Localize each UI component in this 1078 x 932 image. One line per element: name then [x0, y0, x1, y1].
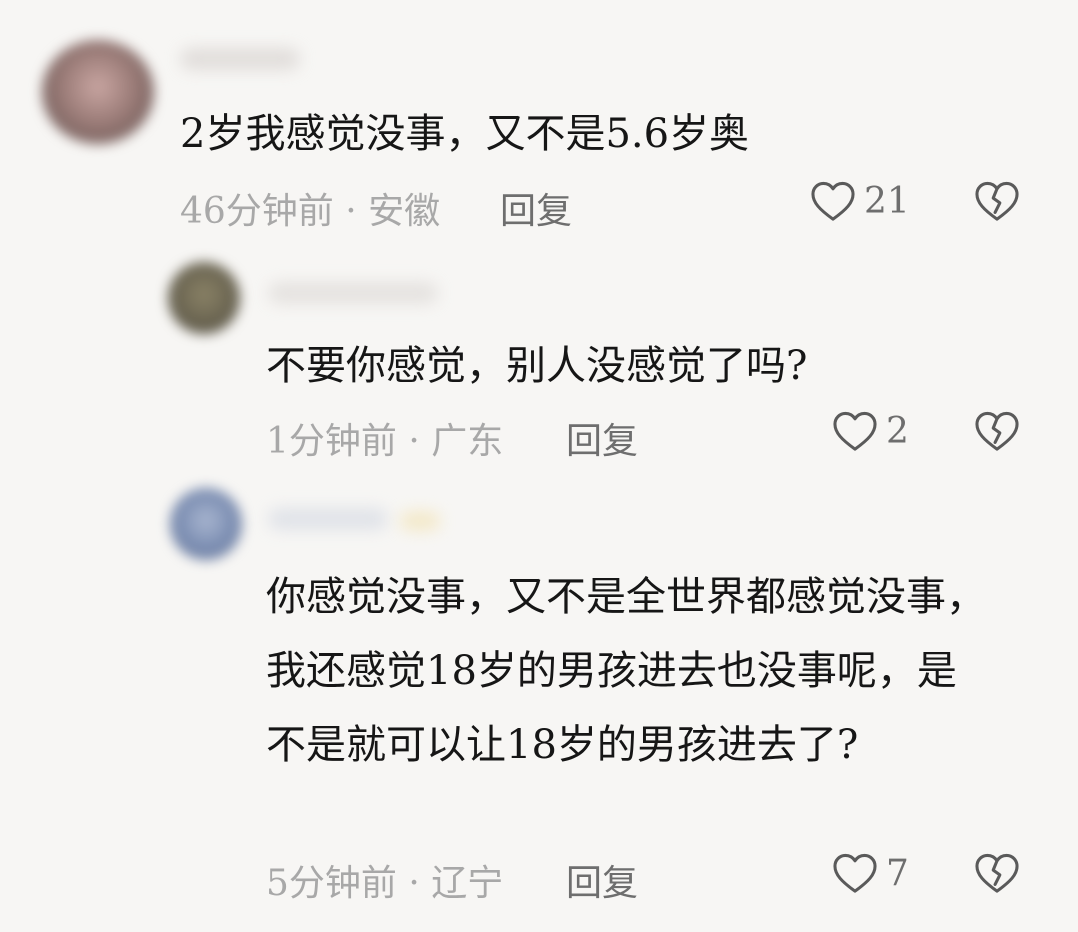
- reply-button[interactable]: 回复: [566, 412, 638, 464]
- heart-outline-icon: [833, 853, 877, 893]
- comment-meta: 5分钟前 · 辽宁: [266, 863, 504, 904]
- broken-heart-icon[interactable]: [974, 410, 1020, 452]
- broken-heart-icon[interactable]: [974, 852, 1020, 894]
- reply-button[interactable]: 回复: [566, 854, 638, 906]
- avatar[interactable]: [42, 40, 154, 144]
- username-blurred[interactable]: [180, 48, 300, 70]
- like-button[interactable]: 21: [810, 180, 910, 222]
- reply-button[interactable]: 回复: [500, 182, 572, 234]
- avatar[interactable]: [170, 488, 242, 560]
- badge-blurred: [400, 512, 440, 530]
- comment-text: 不要你感觉，别人没感觉了吗?: [266, 343, 808, 389]
- broken-heart-icon[interactable]: [974, 180, 1020, 222]
- like-button[interactable]: 7: [832, 852, 909, 894]
- like-count: 21: [864, 180, 910, 222]
- avatar[interactable]: [168, 262, 240, 334]
- like-count: 7: [886, 852, 909, 894]
- comment-text: 2岁我感觉没事，又不是5.6岁奥: [180, 111, 750, 157]
- username-blurred[interactable]: [268, 508, 388, 530]
- comment-text: 你感觉没事，又不是全世界都感觉没事，我还感觉18岁的男孩进去也没事呢，是不是就可…: [266, 574, 986, 768]
- username-blurred[interactable]: [268, 282, 438, 304]
- like-count: 2: [886, 410, 909, 452]
- heart-outline-icon: [833, 411, 877, 451]
- comment-meta: 1分钟前 · 广东: [266, 421, 504, 462]
- comment-meta: 46分钟前 · 安徽: [180, 191, 441, 232]
- heart-outline-icon: [811, 181, 855, 221]
- like-button[interactable]: 2: [832, 410, 909, 452]
